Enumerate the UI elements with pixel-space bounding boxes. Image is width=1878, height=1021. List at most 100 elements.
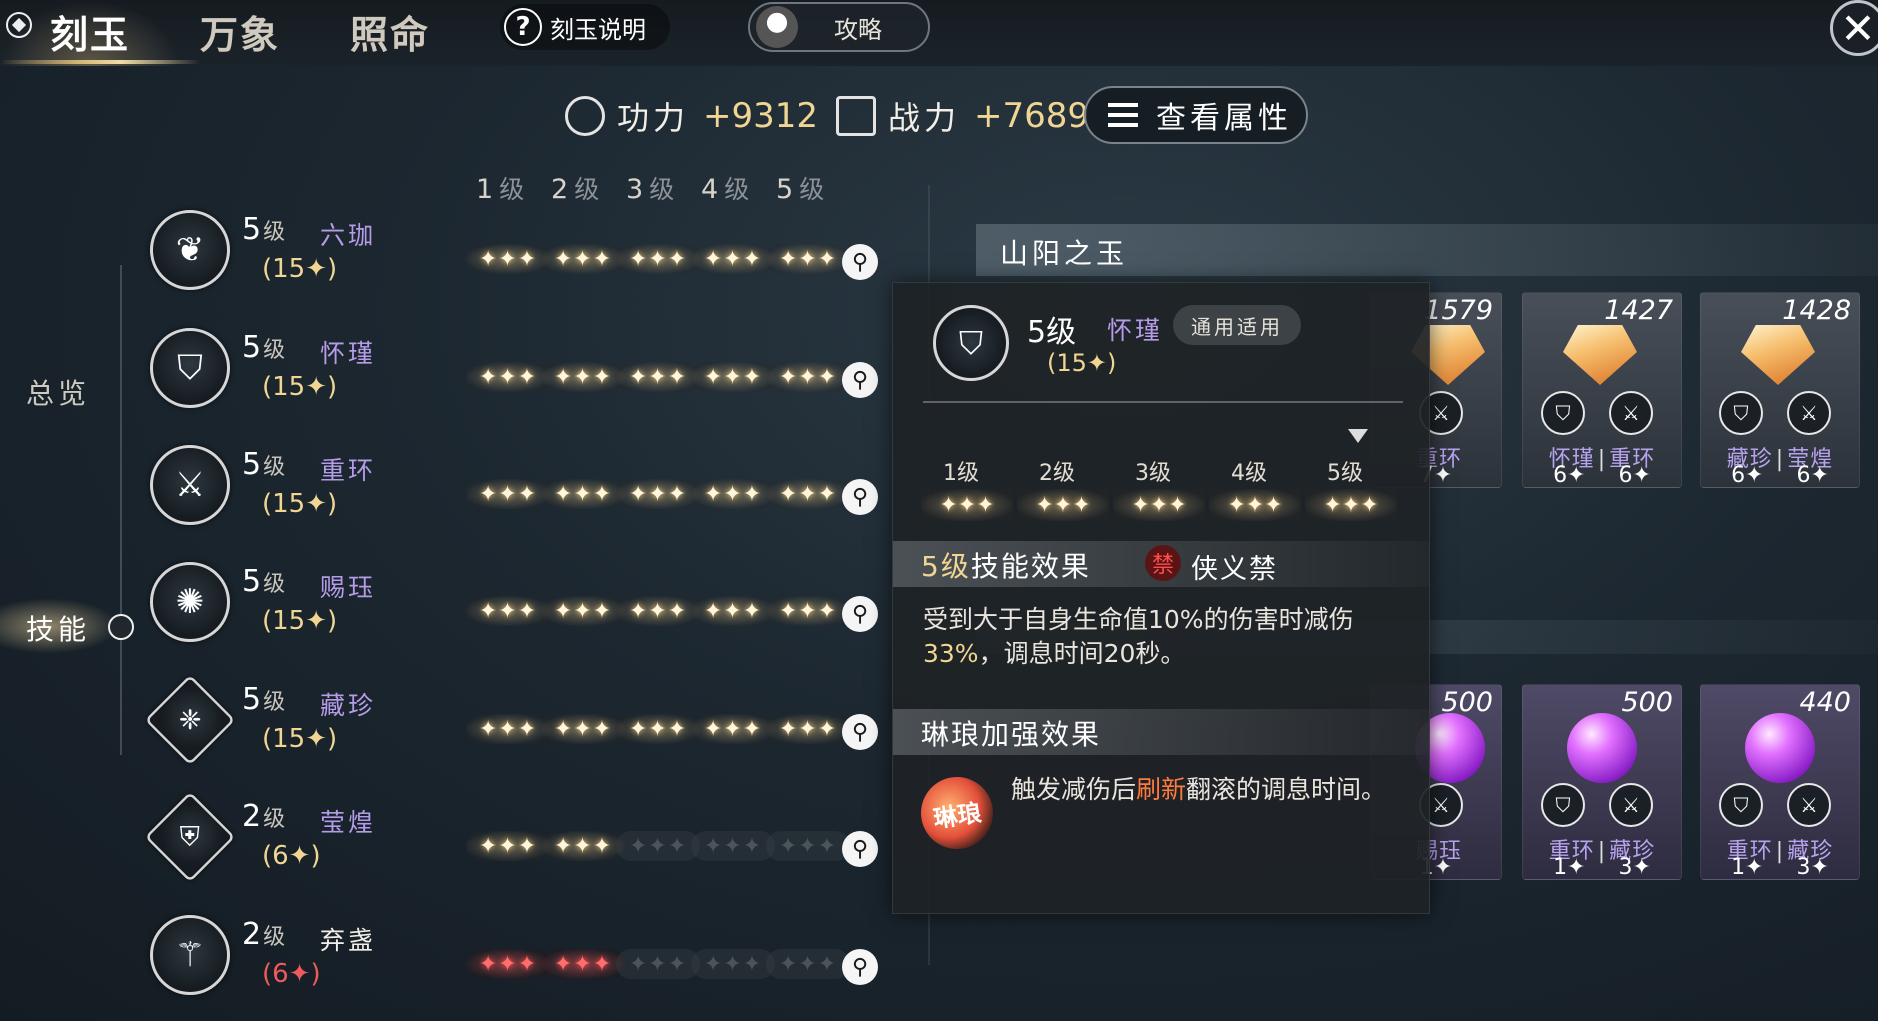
level-header-suffix: 级	[574, 175, 600, 204]
skill-level-number: 5	[242, 330, 262, 365]
magnify-icon[interactable]: ⚲	[842, 949, 878, 985]
skill-badge-icon: ⛉	[1541, 391, 1585, 435]
skill-glyph: ⛉	[177, 348, 203, 388]
effect-title-text: 技能效果	[970, 550, 1091, 583]
skill-level-suffix: 级	[263, 338, 286, 363]
power-label: 功力	[617, 99, 690, 137]
view-attributes-button[interactable]: 查看属性	[1084, 86, 1308, 144]
jade-card[interactable]: 500 ⛉ ⚔ 重环 | 藏珍 1✦ 3✦	[1522, 684, 1682, 880]
nav-active-dot-icon	[108, 614, 134, 640]
skill-level: 2级	[242, 799, 285, 834]
magnify-icon[interactable]: ⚲	[842, 362, 878, 398]
skill-row[interactable]: ⚚ 2级 弃盏 (6✦) ✦✦✦ ✦✦✦ ✦✦✦ ✦✦✦ ✦✦✦ ⚲	[150, 915, 890, 1015]
magnify-icon[interactable]: ⚲	[842, 596, 878, 632]
skill-name: 藏珍	[320, 691, 377, 720]
skill-row[interactable]: ✺ 5级 赐珏 (15✦) ✦✦✦ ✦✦✦ ✦✦✦ ✦✦✦ ✦✦✦ ⚲	[150, 562, 890, 662]
star-slot: ✦✦✦	[691, 244, 775, 274]
jade-title: 山阳之玉	[1000, 237, 1129, 270]
top-bar: 刻玉 万象 照命 ? 刻玉说明 攻略 ✕	[0, 0, 1878, 66]
popup-level-label: 3级	[1135, 461, 1171, 486]
skill-level-suffix: 级	[263, 925, 286, 950]
skill-glyph: ❦	[175, 230, 205, 270]
star-slot: ✦✦✦	[616, 362, 700, 392]
shield-icon[interactable]: ⛉	[150, 328, 230, 408]
guide-label: 攻略	[834, 15, 882, 44]
level-header-number: 3	[626, 174, 644, 205]
skill-level-number: 5	[242, 447, 262, 482]
combat-icon	[836, 96, 877, 136]
jade-card-value: 1428	[1782, 295, 1851, 326]
jade-card[interactable]: 1427 ⛉ ⚔ 怀瑾 | 重环 6✦ 6✦	[1522, 292, 1682, 488]
skill-level: 5级	[242, 212, 285, 247]
skill-points: (15✦)	[262, 254, 338, 284]
enhance-description: 触发减伤后刷新翻滚的调息时间。	[1011, 773, 1411, 807]
effect-title: 5级技能效果	[921, 545, 1091, 585]
dagger-icon[interactable]: ⚚	[150, 915, 230, 995]
star-slot: ✦✦✦	[616, 596, 700, 626]
skill-level-number: 2	[242, 799, 262, 834]
popup-star-slot: ✦✦✦	[1305, 489, 1397, 521]
popup-level-label: 4级	[1231, 461, 1267, 486]
star-slot: ✦✦✦	[766, 244, 850, 274]
magnify-icon[interactable]: ⚲	[842, 244, 878, 280]
magnify-icon[interactable]: ⚲	[842, 479, 878, 515]
star-slot: ✦✦✦	[466, 244, 550, 274]
list-icon	[1108, 103, 1138, 127]
skill-level-suffix: 级	[263, 455, 286, 480]
skill-row[interactable]: ⚔ 5级 重环 (15✦) ✦✦✦ ✦✦✦ ✦✦✦ ✦✦✦ ✦✦✦ ⚲	[150, 445, 890, 545]
drop-burst-icon[interactable]: ✺	[150, 562, 230, 642]
active-tab-underline	[0, 60, 200, 64]
sword-burst-icon[interactable]: ⚔	[150, 445, 230, 525]
star-slot: ✦✦✦	[616, 479, 700, 509]
star-slot: ✦✦✦	[766, 362, 850, 392]
skill-points: (15✦)	[262, 724, 338, 754]
amber-gem-icon	[1563, 325, 1637, 385]
star-slot: ✦✦✦	[616, 244, 700, 274]
skill-glyph: ⚚	[174, 935, 206, 975]
skill-badge-icon: ⛉	[1719, 391, 1763, 435]
star-slot: ✦✦✦	[466, 949, 550, 979]
nav-line	[120, 265, 122, 755]
skill-row[interactable]: ⛉ 5级 怀瑾 (15✦) ✦✦✦ ✦✦✦ ✦✦✦ ✦✦✦ ✦✦✦ ⚲	[150, 328, 890, 428]
combat-label: 战力	[888, 99, 961, 137]
popup-tag: 通用适用	[1173, 305, 1301, 345]
plant-icon[interactable]: ❦	[150, 210, 230, 290]
star-slot: ✦✦✦	[616, 714, 700, 744]
phoenix-icon[interactable]: ❈	[144, 674, 236, 766]
jade-gem-icon	[6, 12, 32, 38]
tab-wanxiang[interactable]: 万象	[200, 4, 280, 57]
nav-overview[interactable]: 总览	[26, 372, 90, 412]
level-header-suffix: 级	[649, 175, 675, 204]
jade-card[interactable]: 1428 ⛉ ⚔ 藏珍 | 莹煌 6✦ 6✦	[1700, 292, 1860, 488]
tab-keyu[interactable]: 刻玉	[50, 4, 130, 57]
star-slot: ✦✦✦	[541, 362, 625, 392]
skill-level-suffix: 级	[263, 690, 286, 715]
effect-desc-highlight: 33%	[923, 639, 979, 668]
star-slot: ✦✦✦	[541, 596, 625, 626]
level-header-number: 4	[701, 174, 719, 205]
skill-row[interactable]: ❦ 5级 六珈 (15✦) ✦✦✦ ✦✦✦ ✦✦✦ ✦✦✦ ✦✦✦ ⚲	[150, 210, 890, 310]
star-slot: ✦✦✦	[691, 479, 775, 509]
magnify-icon[interactable]: ⚲	[842, 831, 878, 867]
skill-row[interactable]: ❈ 5级 藏珍 (15✦) ✦✦✦ ✦✦✦ ✦✦✦ ✦✦✦ ✦✦✦ ⚲	[144, 674, 890, 780]
shield-up-icon[interactable]: ⛨	[144, 791, 236, 883]
jade-skill-count: 1✦	[1731, 855, 1764, 880]
tab-zhaoming[interactable]: 照命	[350, 4, 430, 57]
star-slot: ✦✦✦	[466, 831, 550, 861]
skill-level: 5级	[242, 682, 285, 717]
skill-detail-popup: ⛉ 5级 怀瑾 通用适用 (15✦) 1级 ✦✦✦ 2级 ✦✦✦ 3级 ✦✦✦ 4级 ✦✦✦ 5…	[892, 282, 1430, 914]
help-label: 刻玉说明	[550, 15, 646, 44]
enh-desc-highlight: 刷新	[1136, 775, 1187, 804]
help-button[interactable]: ? 刻玉说明	[500, 4, 670, 50]
skill-name: 怀瑾	[320, 339, 377, 368]
magnify-icon[interactable]: ⚲	[842, 714, 878, 750]
guide-button[interactable]: 攻略	[748, 2, 930, 52]
jade-card-counts: 1✦ 3✦	[1701, 855, 1859, 880]
jade-skill-count: 1✦	[1553, 855, 1586, 880]
jade-card[interactable]: 440 ⛉ ⚔ 重环 | 藏珍 1✦ 3✦	[1700, 684, 1860, 880]
popup-star-slot: ✦✦✦	[1017, 489, 1109, 521]
nav-skills[interactable]: 技能	[26, 608, 90, 648]
close-button[interactable]: ✕	[1830, 0, 1878, 56]
popup-points: (15✦)	[1047, 349, 1117, 377]
skill-row[interactable]: ⛨ 2级 莹煌 (6✦) ✦✦✦ ✦✦✦ ✦✦✦ ✦✦✦ ✦✦✦ ⚲	[144, 791, 890, 897]
